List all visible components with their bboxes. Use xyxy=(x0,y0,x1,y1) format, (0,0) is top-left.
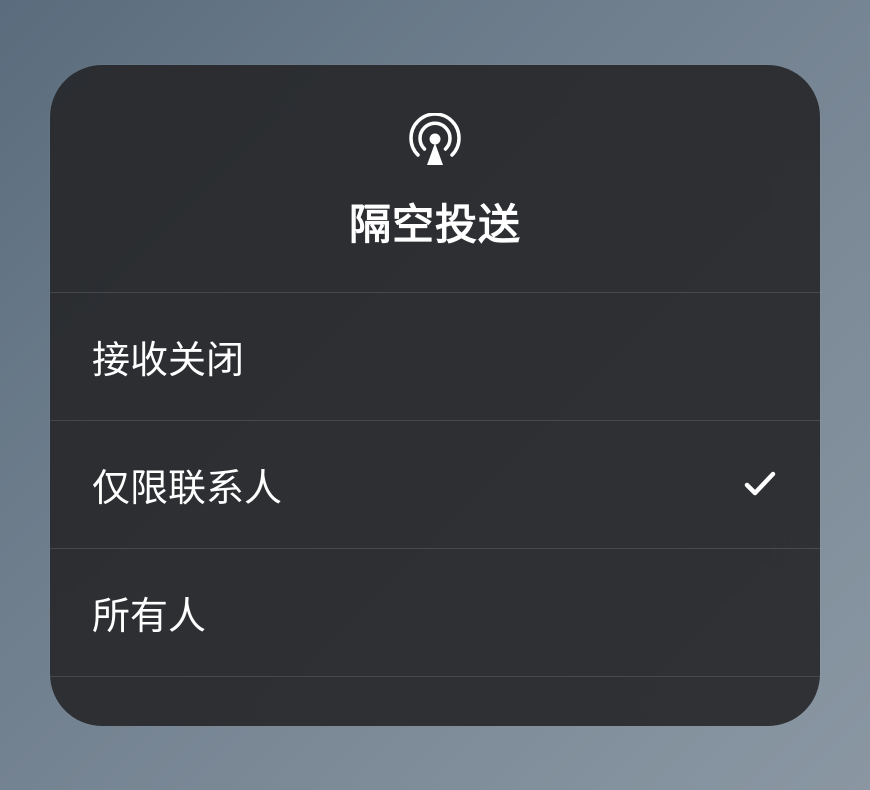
checkmark-icon xyxy=(742,466,778,502)
option-label: 接收关闭 xyxy=(92,329,244,384)
panel-header: 隔空投送 xyxy=(50,65,820,292)
airdrop-icon xyxy=(407,113,463,169)
option-receiving-off[interactable]: 接收关闭 xyxy=(50,292,820,420)
option-label: 所有人 xyxy=(92,585,206,640)
bottom-spacer xyxy=(50,676,820,726)
options-list: 接收关闭 仅限联系人 所有人 xyxy=(50,292,820,726)
option-everyone[interactable]: 所有人 xyxy=(50,548,820,676)
option-label: 仅限联系人 xyxy=(92,457,282,512)
panel-title: 隔空投送 xyxy=(349,191,521,252)
option-contacts-only[interactable]: 仅限联系人 xyxy=(50,420,820,548)
airdrop-settings-panel: 隔空投送 接收关闭 仅限联系人 所有人 xyxy=(50,65,820,726)
